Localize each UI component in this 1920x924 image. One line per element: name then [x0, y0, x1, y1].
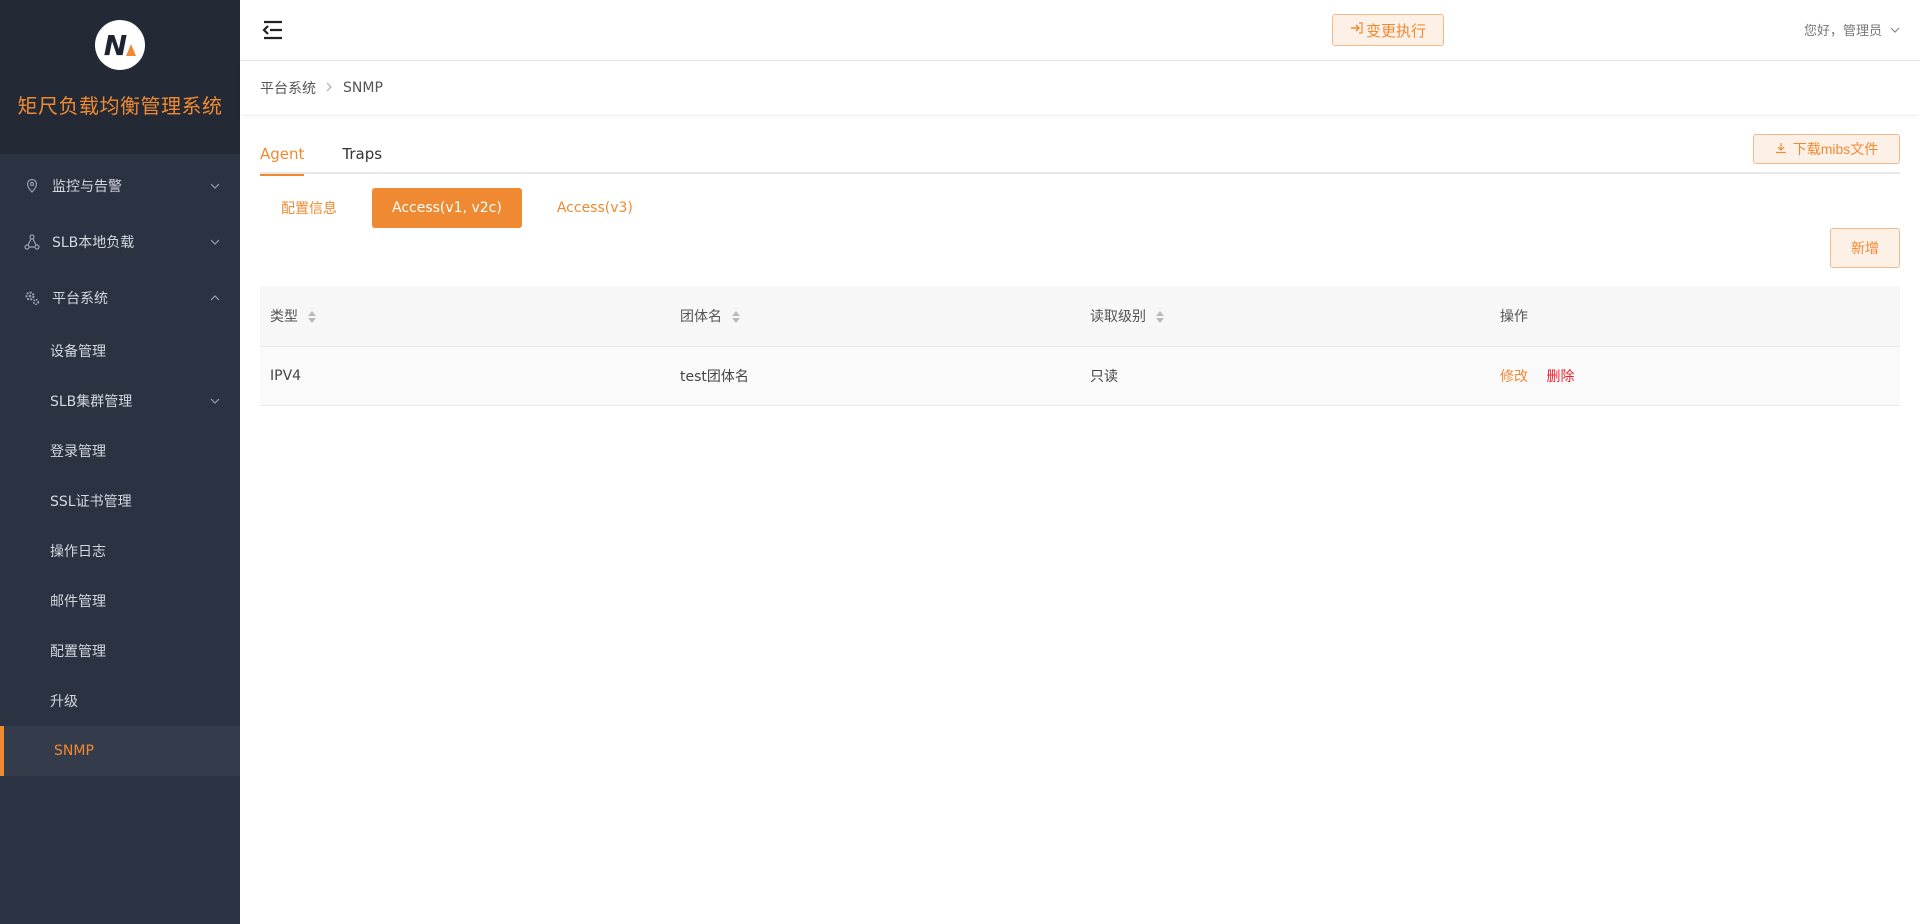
edit-link[interactable]: 修改: [1500, 369, 1528, 385]
menu-collapse-icon[interactable]: [262, 20, 284, 40]
table-row: IPV4 test团体名 只读 修改 删除: [260, 346, 1900, 405]
column-header-type[interactable]: 类型: [260, 286, 670, 346]
chevron-down-icon: [210, 237, 220, 248]
breadcrumb-parent[interactable]: 平台系统: [260, 78, 316, 98]
app-title: 矩尺负载均衡管理系统: [18, 90, 223, 119]
logo-triangle-icon: [126, 44, 136, 56]
cell-actions: 修改 删除: [1490, 346, 1900, 405]
user-greeting: 您好，管理员: [1804, 20, 1882, 39]
column-header-read-level[interactable]: 读取级别: [1080, 286, 1490, 346]
sidebar-menu: 监控与告警 SLB本地负载 平台系统 设备管理: [0, 154, 240, 776]
sidebar-item-label: 邮件管理: [50, 591, 220, 611]
chevron-down-icon: [210, 396, 220, 407]
breadcrumb-current: SNMP: [343, 80, 383, 96]
tab-traps[interactable]: Traps: [342, 134, 382, 174]
sidebar-item-mail[interactable]: 邮件管理: [0, 576, 240, 626]
sidebar-item-label: 登录管理: [50, 441, 220, 461]
sidebar-item-upgrade[interactable]: 升级: [0, 676, 240, 726]
sidebar-item-label: 操作日志: [50, 541, 220, 561]
sort-icon[interactable]: [732, 311, 740, 323]
tab-bar: Agent Traps 下载mibs文件: [260, 134, 1900, 174]
tab-agent[interactable]: Agent: [260, 134, 304, 174]
sidebar-item-snmp[interactable]: SNMP: [0, 726, 240, 776]
sub-tab-bar: 配置信息 Access(v1, v2c) Access(v3): [260, 188, 1900, 228]
main-content: Agent Traps 下载mibs文件 配置信息 Access(v1, v2c…: [260, 134, 1900, 406]
menu-group-platform[interactable]: 平台系统: [0, 270, 240, 326]
download-icon: [1775, 141, 1787, 157]
location-pin-icon: [24, 178, 40, 194]
chevron-up-icon: [210, 293, 220, 304]
menu-group-label: 平台系统: [52, 288, 210, 308]
sidebar-item-device[interactable]: 设备管理: [0, 326, 240, 376]
sidebar-item-label: SSL证书管理: [50, 491, 220, 511]
sidebar-item-label: 设备管理: [50, 341, 220, 361]
logo: N: [95, 20, 145, 70]
access-table: 类型 团体名 读取级别 操作 IPV4 test团体名: [260, 286, 1900, 406]
chevron-down-icon: [210, 181, 220, 192]
column-header-label: 读取级别: [1090, 309, 1146, 325]
change-execute-button[interactable]: 变更执行: [1332, 14, 1444, 46]
download-mibs-button[interactable]: 下载mibs文件: [1753, 134, 1900, 164]
brand: N 矩尺负载均衡管理系统: [0, 0, 240, 154]
sign-in-icon: [1350, 21, 1364, 39]
top-header: 变更执行 您好，管理员: [240, 0, 1920, 61]
subtab-access-v3[interactable]: Access(v3): [536, 188, 654, 228]
sidebar-item-label: 升级: [50, 691, 220, 711]
logo-letter: N: [104, 29, 125, 62]
menu-group-monitoring[interactable]: 监控与告警: [0, 158, 240, 214]
table-header-row: 类型 团体名 读取级别 操作: [260, 286, 1900, 346]
breadcrumb: 平台系统 SNMP: [240, 62, 1920, 114]
sidebar-item-ssl[interactable]: SSL证书管理: [0, 476, 240, 526]
gears-icon: [24, 290, 40, 306]
column-header-label: 团体名: [680, 309, 722, 325]
column-header-actions: 操作: [1490, 286, 1900, 346]
chevron-down-icon: [1890, 22, 1900, 37]
subtab-access-v1v2c[interactable]: Access(v1, v2c): [372, 188, 522, 228]
toolbar: 新增: [260, 228, 1900, 286]
column-header-label: 类型: [270, 309, 298, 325]
menu-group-label: 监控与告警: [52, 176, 210, 196]
sidebar-item-label: SNMP: [54, 743, 220, 759]
column-header-label: 操作: [1500, 309, 1528, 325]
delete-link[interactable]: 删除: [1546, 369, 1574, 385]
sort-icon[interactable]: [308, 311, 316, 323]
download-mibs-label: 下载mibs文件: [1793, 139, 1879, 159]
menu-group-slb-local[interactable]: SLB本地负载: [0, 214, 240, 270]
menu-group-label: SLB本地负载: [52, 232, 210, 252]
sidebar-item-config[interactable]: 配置管理: [0, 626, 240, 676]
change-execute-label: 变更执行: [1366, 20, 1426, 41]
sidebar-item-label: 配置管理: [50, 641, 220, 661]
sidebar-item-login[interactable]: 登录管理: [0, 426, 240, 476]
add-button[interactable]: 新增: [1830, 228, 1900, 268]
network-nodes-icon: [24, 234, 40, 250]
sidebar: N 矩尺负载均衡管理系统 监控与告警 SLB本地负载: [0, 0, 240, 924]
sidebar-item-oplog[interactable]: 操作日志: [0, 526, 240, 576]
chevron-right-icon: [326, 81, 333, 95]
sidebar-item-label: SLB集群管理: [50, 391, 210, 411]
cell-type: IPV4: [260, 346, 670, 405]
sort-icon[interactable]: [1156, 311, 1164, 323]
subtab-config-info[interactable]: 配置信息: [260, 188, 358, 228]
cell-community: test团体名: [670, 346, 1080, 405]
column-header-community[interactable]: 团体名: [670, 286, 1080, 346]
cell-read-level: 只读: [1080, 346, 1490, 405]
user-menu[interactable]: 您好，管理员: [1804, 20, 1900, 39]
sidebar-item-slb-cluster[interactable]: SLB集群管理: [0, 376, 240, 426]
